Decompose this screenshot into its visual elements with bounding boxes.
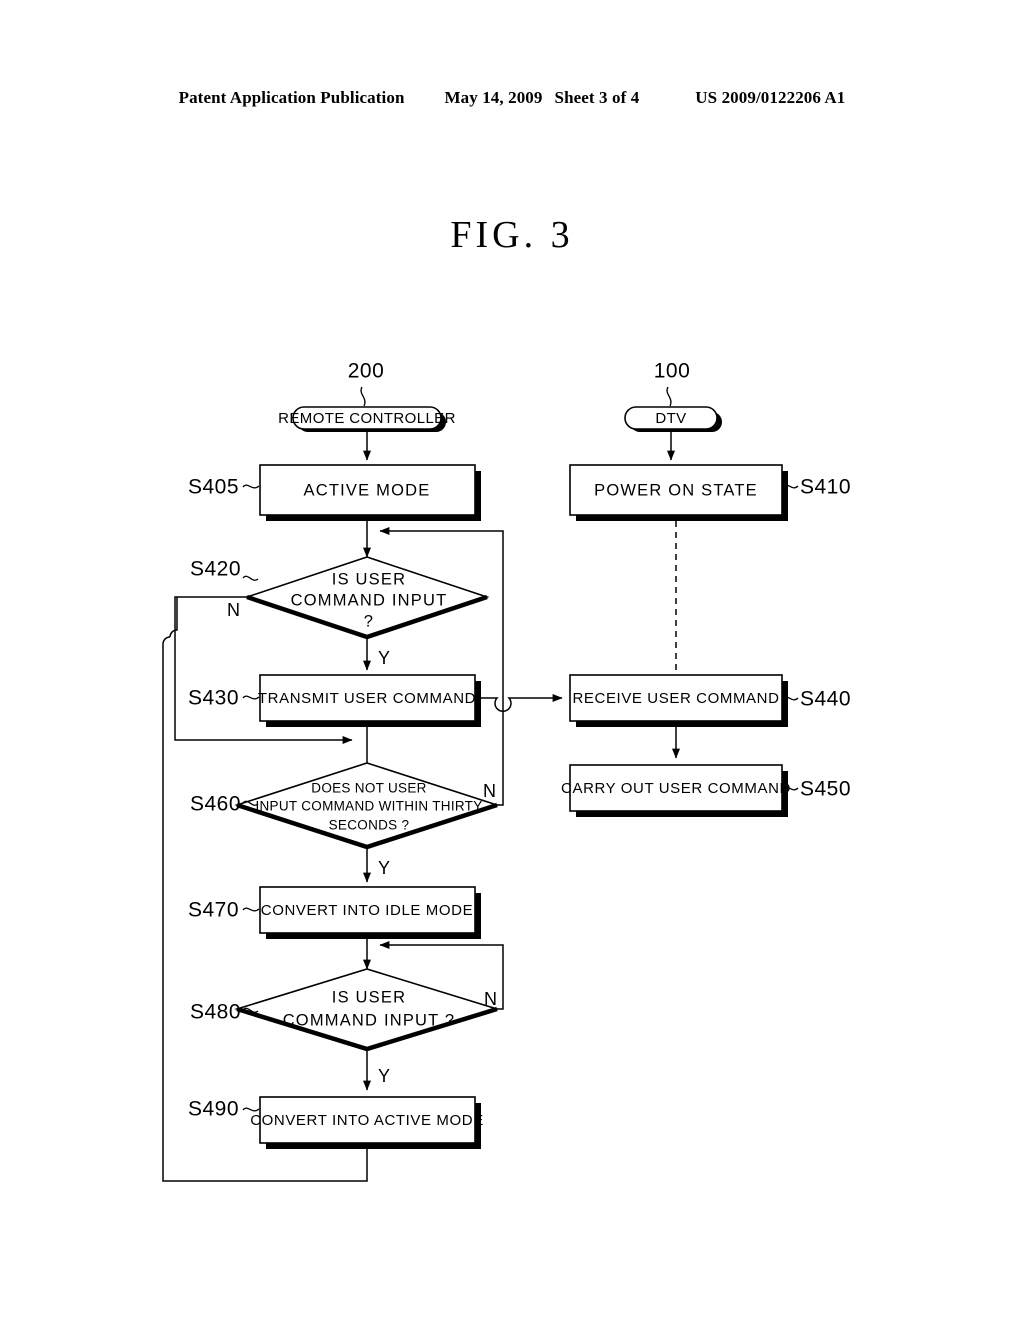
- s440-step: S440: [800, 688, 851, 711]
- s430-label: TRANSMIT USER COMMAND: [258, 690, 476, 707]
- s440-label: RECEIVE USER COMMAND: [572, 690, 779, 707]
- s480-diamond: [234, 968, 500, 1050]
- ref-numeral-200: 200: [348, 360, 385, 383]
- s420-label-line3: ?: [364, 612, 374, 630]
- s470-label: CONVERT INTO IDLE MODE: [261, 902, 473, 919]
- s420-label-line2: COMMAND INPUT: [291, 591, 448, 609]
- leader-line-s470: [242, 907, 260, 912]
- connector-s490-outer-loop-hop: [169, 597, 178, 638]
- s460-label-line2: INPUT COMMAND WITHIN THIRTY: [255, 799, 482, 814]
- leader-line-s420: [242, 575, 259, 581]
- leader-line-s405: [242, 484, 260, 489]
- leader-line-200: [360, 386, 366, 407]
- s480-branch-no: N: [484, 989, 497, 1009]
- s420-branch-yes: Y: [378, 648, 390, 668]
- s450-label: CARRY OUT USER COMMAND: [561, 780, 791, 797]
- s405-label: ACTIVE MODE: [304, 481, 431, 499]
- connector-s430-to-s440-wireless: [475, 694, 563, 713]
- leader-line-s490: [242, 1107, 260, 1112]
- remote-controller-label: REMOTE CONTROLLER: [278, 410, 456, 427]
- s460-label-line1: DOES NOT USER: [311, 781, 426, 796]
- s480-branch-yes: Y: [378, 1066, 390, 1086]
- s420-label-line1: IS USER: [332, 570, 406, 588]
- s460-step: S460: [190, 793, 241, 816]
- s420-branch-no: N: [227, 600, 240, 620]
- s460-label-line3: SECONDS ?: [329, 818, 410, 833]
- s460-branch-yes: Y: [378, 858, 390, 878]
- s420-step: S420: [190, 558, 241, 581]
- s490-label: CONVERT INTO ACTIVE MODE: [250, 1112, 484, 1129]
- s450-step: S450: [800, 778, 851, 801]
- s470-step: S470: [188, 899, 239, 922]
- s480-step: S480: [190, 1001, 241, 1024]
- s480-label-line2: COMMAND INPUT ?: [283, 1011, 456, 1029]
- leader-line-s430: [242, 695, 260, 700]
- s490-step: S490: [188, 1098, 239, 1121]
- s410-label: POWER ON STATE: [594, 481, 758, 499]
- leader-line-100: [666, 386, 672, 407]
- s480-label-line1: IS USER: [332, 988, 406, 1006]
- s430-step: S430: [188, 687, 239, 710]
- s460-branch-no: N: [483, 781, 496, 801]
- patent-drawing-page: Patent Application Publication May 14, 2…: [0, 0, 1024, 1320]
- s405-step: S405: [188, 476, 239, 499]
- ref-numeral-100: 100: [654, 360, 691, 383]
- s410-step: S410: [800, 476, 851, 499]
- dtv-label: DTV: [655, 410, 686, 427]
- flowchart-diagram: 200 100 REMOTE CONTROLLER DTV ACTIVE MOD…: [162, 360, 851, 1182]
